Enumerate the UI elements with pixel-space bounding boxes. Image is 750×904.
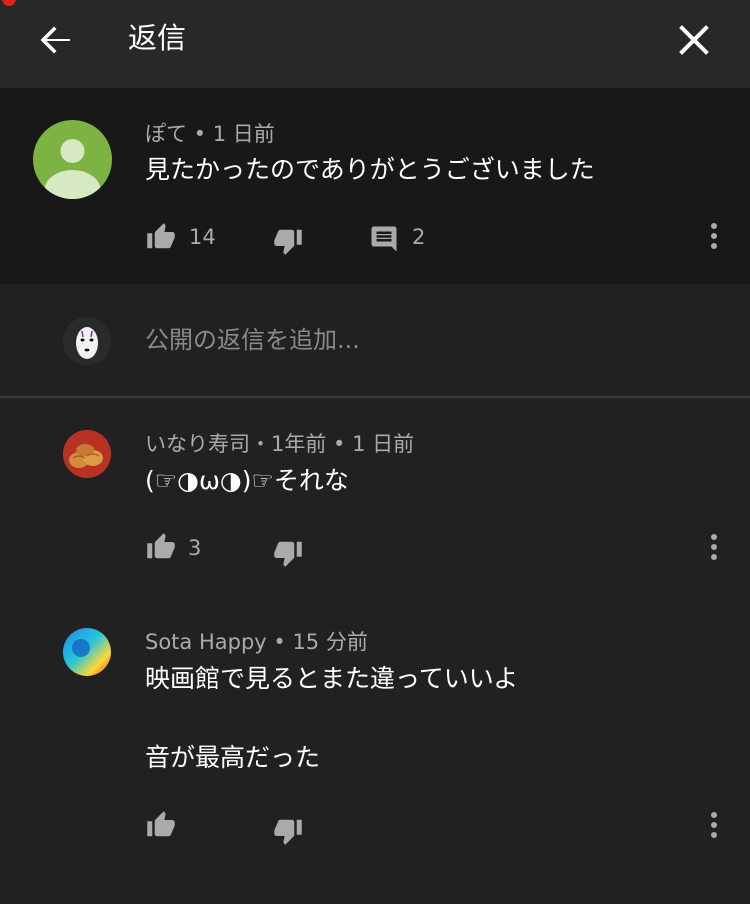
page-title: 返信 [128, 21, 187, 55]
current-user-avatar [63, 317, 111, 365]
avatar[interactable] [33, 120, 112, 199]
like-button[interactable] [145, 810, 177, 840]
dislike-button[interactable] [272, 538, 304, 568]
comment-meta: ぽて • 1 日前 [145, 122, 275, 146]
masked-face-icon [63, 317, 111, 365]
back-button[interactable] [36, 20, 76, 60]
add-reply-row[interactable]: 公開の返信を追加... [0, 284, 750, 396]
thumb-up-icon [147, 533, 175, 559]
parent-comment: ぽて • 1 日前 見たかったのでありがとうございました 14 2 [0, 88, 750, 284]
avatar[interactable] [63, 430, 111, 478]
top-app-bar: 返信 [0, 0, 750, 88]
reply-input[interactable]: 公開の返信を追加... [145, 324, 360, 356]
comment-meta: Sota Happy • 15 分前 [145, 630, 368, 654]
comment-text: (☞◑ω◑)☞それな [145, 466, 349, 495]
more-vert-icon [711, 812, 717, 838]
more-options-button[interactable] [699, 805, 729, 845]
like-count: 14 [189, 225, 216, 249]
comment-text: 見たかったのでありがとうございました [145, 155, 595, 184]
thumb-down-icon [274, 541, 302, 567]
notification-dot [2, 0, 16, 6]
thumb-up-icon [147, 223, 175, 249]
like-count: 3 [188, 536, 202, 560]
default-user-icon [44, 139, 101, 199]
divider [0, 396, 750, 398]
more-vert-icon [711, 223, 717, 249]
more-options-button[interactable] [699, 216, 729, 256]
more-options-button[interactable] [699, 527, 729, 567]
thumb-down-icon [274, 819, 302, 845]
avatar[interactable] [63, 628, 111, 676]
inari-sushi-icon [63, 430, 111, 478]
close-button[interactable] [674, 20, 714, 60]
dislike-button[interactable] [272, 816, 304, 846]
more-vert-icon [711, 534, 717, 560]
comment-meta: いなり寿司・1年前 • 1 日前 [145, 432, 415, 456]
reply-button[interactable] [369, 224, 399, 254]
arrow-left-icon [40, 26, 70, 54]
like-button[interactable] [145, 532, 177, 562]
comment-icon [371, 226, 397, 252]
thumb-down-icon [274, 229, 302, 255]
colorful-abstract-icon [63, 628, 111, 676]
dislike-button[interactable] [272, 226, 304, 256]
comment-text-line: 映画館で見るとまた違っていいよ [145, 664, 519, 693]
thumb-up-icon [147, 811, 175, 837]
close-icon [679, 25, 709, 55]
reply-count: 2 [412, 225, 426, 249]
like-button[interactable] [145, 222, 177, 252]
comment-text-line: 音が最高だった [145, 743, 321, 772]
